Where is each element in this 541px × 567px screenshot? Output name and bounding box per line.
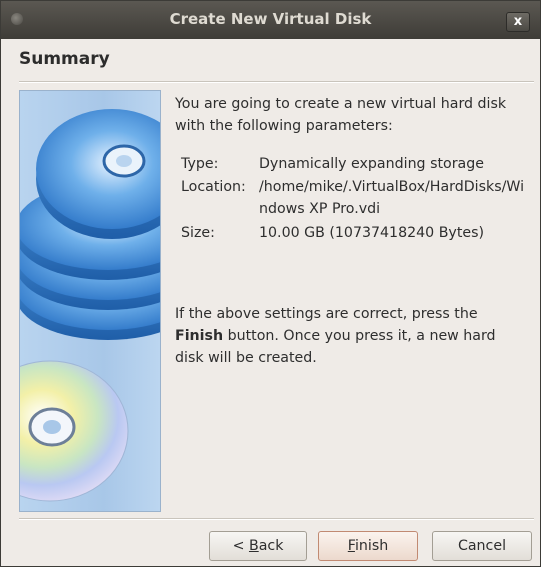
finish-button[interactable]: Finish xyxy=(318,531,418,561)
param-value: /home/mike/.VirtualBox/HardDisks/Windows… xyxy=(259,179,525,217)
param-value: 10.00 GB (10737418240 Bytes) xyxy=(259,225,485,241)
disc-stack-icon xyxy=(20,109,160,502)
cancel-button[interactable]: Cancel xyxy=(432,531,532,561)
create-virtual-disk-dialog: Create New Virtual Disk x Summary You ar… xyxy=(0,0,541,567)
footer-separator xyxy=(19,518,534,520)
back-button[interactable]: < Back xyxy=(209,531,307,561)
finish-button-label: inish xyxy=(354,538,389,554)
back-button-label: ack xyxy=(258,538,284,554)
title-bar[interactable]: Create New Virtual Disk x xyxy=(1,1,540,39)
param-label: Size: xyxy=(181,225,215,241)
back-button-arrow: < xyxy=(232,538,249,554)
back-button-mnemonic: B xyxy=(248,538,259,554)
instruction-text-end: button. Once you press it, a new hard di… xyxy=(175,328,496,367)
window-title: Create New Virtual Disk xyxy=(169,10,372,28)
summary-content: You are going to create a new virtual ha… xyxy=(175,93,525,366)
intro-text: You are going to create a new virtual ha… xyxy=(175,96,507,134)
wizard-side-image xyxy=(19,90,161,512)
instruction-text-start: If the above settings are correct, press… xyxy=(175,306,478,323)
param-value: Dynamically expanding storage xyxy=(259,156,484,172)
param-label: Type: xyxy=(181,156,219,172)
instruction-text: If the above settings are correct, press… xyxy=(175,303,525,369)
finish-keyword: Finish xyxy=(175,328,224,345)
finish-button-mnemonic: F xyxy=(347,538,355,554)
close-button[interactable]: x xyxy=(506,12,530,32)
param-label: Location: xyxy=(181,179,246,195)
page-heading: Summary xyxy=(19,49,110,69)
header-separator xyxy=(19,81,534,83)
